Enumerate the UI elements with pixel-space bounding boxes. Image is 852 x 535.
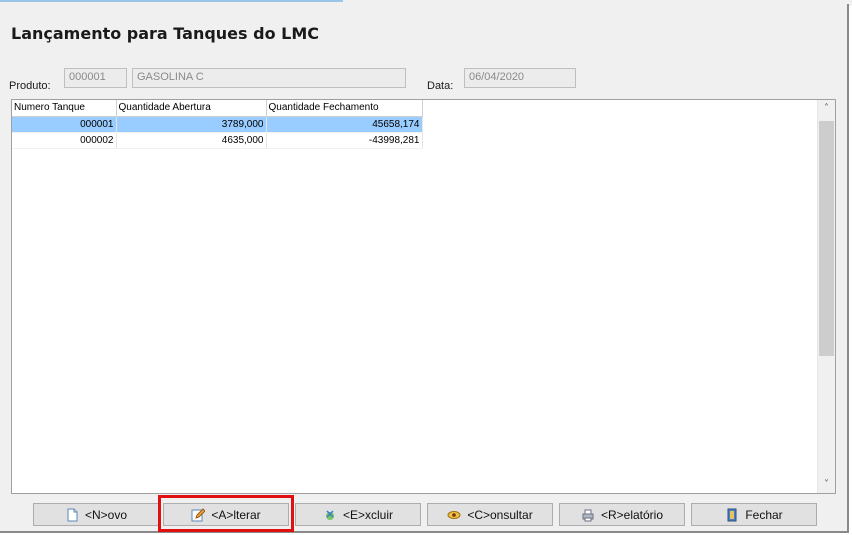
table-row[interactable]: 000001 3789,000 45658,174 — [12, 116, 423, 133]
col-header-quantidade-fechamento[interactable]: Quantidade Fechamento — [266, 100, 423, 117]
search-eye-icon — [447, 508, 461, 522]
consultar-button-label: <C>onsultar — [467, 507, 533, 522]
cell-numero-tanque: 000002 — [12, 132, 117, 149]
produto-name-field[interactable]: GASOLINA C — [132, 68, 406, 88]
tanques-grid[interactable]: Numero Tanque Quantidade Abertura Quanti… — [11, 99, 836, 494]
scroll-up-icon[interactable]: ˄ — [818, 100, 835, 117]
new-document-icon — [65, 508, 79, 522]
vertical-scrollbar[interactable]: ˄ ˅ — [817, 100, 835, 493]
consultar-button[interactable]: <C>onsultar — [427, 503, 553, 526]
cell-quantidade-abertura: 3789,000 — [116, 116, 267, 133]
alterar-button-label: <A>lterar — [211, 507, 261, 522]
edit-pencil-icon — [191, 507, 206, 522]
cell-quantidade-abertura: 4635,000 — [116, 132, 267, 149]
printer-icon — [581, 508, 595, 522]
exit-door-icon — [725, 508, 739, 522]
alterar-button[interactable]: <A>lterar — [163, 503, 289, 526]
cell-numero-tanque: 000001 — [12, 116, 117, 133]
scroll-down-icon[interactable]: ˅ — [818, 476, 835, 493]
novo-button[interactable]: <N>ovo — [33, 503, 159, 526]
cell-quantidade-fechamento: 45658,174 — [266, 116, 423, 133]
data-label: Data: — [427, 80, 454, 92]
novo-button-label: <N>ovo — [84, 507, 128, 522]
col-header-quantidade-abertura[interactable]: Quantidade Abertura — [116, 100, 267, 117]
table-row[interactable]: 000002 4635,000 -43998,281 — [12, 132, 423, 149]
fechar-button-label: Fechar — [745, 507, 783, 522]
relatorio-button-label: <R>elatório — [600, 507, 664, 522]
tanques-table: Numero Tanque Quantidade Abertura Quanti… — [12, 100, 423, 149]
produto-label: Produto: — [9, 80, 51, 92]
relatorio-button[interactable]: <R>elatório — [559, 503, 685, 526]
form-title: Lançamento para Tanques do LMC — [11, 24, 319, 43]
top-accent-bar — [0, 0, 343, 2]
table-header-row: Numero Tanque Quantidade Abertura Quanti… — [12, 100, 423, 117]
cell-quantidade-fechamento: -43998,281 — [266, 132, 423, 149]
lmc-form-window: Lançamento para Tanques do LMC Produto: … — [0, 4, 849, 533]
produto-code-field[interactable]: 000001 — [64, 68, 127, 88]
col-header-numero-tanque[interactable]: Numero Tanque — [12, 100, 117, 117]
delete-icon — [323, 508, 337, 522]
scrollbar-thumb[interactable] — [819, 121, 834, 356]
excluir-button[interactable]: <E>xcluir — [295, 503, 421, 526]
data-field[interactable]: 06/04/2020 — [464, 68, 576, 88]
fechar-button[interactable]: Fechar — [691, 503, 817, 526]
excluir-button-label: <E>xcluir — [342, 507, 394, 522]
